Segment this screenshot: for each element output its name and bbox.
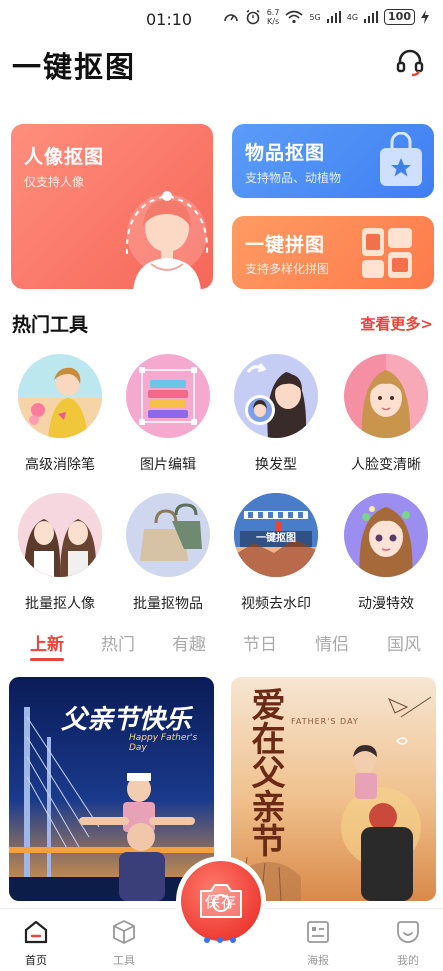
tool-label: 人脸变清晰 [351, 457, 421, 473]
tool-face-enhance[interactable]: 人脸变清晰 [336, 354, 436, 474]
signal-5g-label: 5G [309, 12, 321, 22]
signal-bars-icon-2 [364, 11, 379, 23]
net-speed: 6.7 K/s [267, 8, 280, 26]
status-time: 01:10 [146, 10, 193, 29]
tab-new[interactable]: 上新 [30, 630, 64, 655]
tool-label: 换发型 [255, 457, 297, 473]
portrait-cutout-card[interactable]: 人像抠图 仅支持人像 [11, 124, 213, 289]
nav-profile-label: 我的 [397, 954, 419, 967]
speed-gauge-icon [223, 14, 238, 22]
tab-couple[interactable]: 情侣 [315, 630, 349, 655]
cube-icon [113, 920, 135, 944]
nav-poster[interactable]: 海报 [288, 919, 348, 968]
goods-card-title: 物品抠图 [245, 142, 326, 164]
poster-fathers-day-1[interactable]: 父亲节快乐 Happy Father's Day [9, 677, 214, 901]
poster-right-subtitle: FATHER'S DAY [291, 717, 359, 726]
shopping-bag-icon [380, 132, 422, 186]
headset-icon[interactable] [394, 46, 426, 78]
net-speed-unit: K/s [267, 17, 280, 26]
anime-effect-thumbnail [344, 493, 428, 577]
tab-chinese-style[interactable]: 国风 [387, 630, 421, 655]
nav-tools-label: 工具 [113, 954, 135, 967]
tool-eraser-pen[interactable]: 高级消除笔 [10, 354, 110, 474]
collage-card[interactable]: 一键拼图 支持多样化拼图 [232, 216, 434, 289]
page-dot [204, 937, 210, 943]
tool-label: 批量抠人像 [25, 596, 95, 612]
tool-image-edit[interactable]: 图片编辑 [118, 354, 218, 474]
template-tabs: 上新 热门 有趣 节日 情侣 国风 [0, 630, 443, 664]
video-watermark-thumbnail: 一键抠图 [234, 493, 318, 577]
charging-icon [421, 10, 429, 24]
battery-level: 100 [384, 9, 415, 25]
portrait-card-title: 人像抠图 [24, 146, 105, 168]
poster-icon [307, 921, 329, 943]
face-enhance-thumbnail [344, 354, 428, 438]
home-icon [24, 920, 48, 944]
alarm-icon [246, 9, 260, 25]
nav-home-label: 首页 [25, 954, 47, 967]
active-tab-indicator [30, 658, 64, 661]
batch-portrait-thumbnail [18, 493, 102, 577]
nav-home[interactable]: 首页 [6, 919, 66, 968]
tool-label: 高级消除笔 [25, 457, 95, 473]
profile-icon [397, 921, 419, 943]
tool-label: 动漫特效 [358, 596, 414, 612]
page-dot [230, 937, 236, 943]
page-dot [217, 937, 223, 943]
batch-goods-thumbnail [126, 493, 210, 577]
tab-hot[interactable]: 热门 [101, 630, 135, 655]
hairstyle-thumbnail [234, 354, 318, 438]
wifi-icon [285, 10, 303, 24]
tool-label: 视频去水印 [241, 596, 311, 612]
eraser-pen-thumbnail [18, 354, 102, 438]
collage-card-title: 一键拼图 [245, 234, 326, 256]
tool-video-watermark[interactable]: 一键抠图 视频去水印 [226, 493, 326, 613]
tab-festival[interactable]: 节日 [243, 630, 277, 655]
goods-card-subtitle: 支持物品、动植物 [245, 171, 342, 185]
nav-profile[interactable]: 我的 [378, 919, 438, 968]
signal-bars-icon [326, 11, 341, 23]
image-edit-thumbnail [126, 354, 210, 438]
net-speed-value: 6.7 [266, 8, 280, 17]
tool-label: 批量抠物品 [133, 596, 203, 612]
page-indicator [204, 937, 236, 943]
tab-fun[interactable]: 有趣 [172, 630, 206, 655]
nav-tools[interactable]: 工具 [94, 919, 154, 968]
page-title: 一键抠图 [12, 50, 137, 84]
poster-right-title: 爱在父亲节 [245, 687, 285, 857]
tool-anime-effect[interactable]: 动漫特效 [336, 493, 436, 613]
see-more-link[interactable]: 查看更多> [360, 313, 433, 334]
tool-label: 图片编辑 [140, 457, 196, 473]
nav-poster-label: 海报 [307, 954, 329, 967]
hot-tools-title: 热门工具 [12, 314, 89, 336]
status-bar: 01:10 6.7 K/s 5G 4G 100 [0, 0, 443, 40]
portrait-illustration-icon [125, 191, 209, 289]
poster-left-subtitle: Happy Father's Day [129, 733, 198, 753]
signal-4g-label: 4G [346, 12, 359, 22]
camera-button-label: 保存 [204, 893, 237, 911]
puzzle-icon [362, 228, 412, 278]
portrait-card-subtitle: 仅支持人像 [24, 175, 85, 189]
camera-save-button[interactable]: 保存 [176, 856, 266, 946]
tool-batch-portrait[interactable]: 批量抠人像 [10, 493, 110, 613]
goods-cutout-card[interactable]: 物品抠图 支持物品、动植物 [232, 124, 434, 198]
tool-hairstyle[interactable]: 换发型 [226, 354, 326, 474]
status-icons: 6.7 K/s 5G 4G 100 [223, 8, 429, 26]
poster-left-title: 父亲节快乐 [61, 705, 192, 735]
collage-card-subtitle: 支持多样化拼图 [245, 262, 330, 276]
poster-fathers-day-2[interactable]: 爱在父亲节 FATHER'S DAY [231, 677, 436, 901]
video-watermark-badge: 一键抠图 [240, 531, 312, 547]
tool-batch-goods[interactable]: 批量抠物品 [118, 493, 218, 613]
